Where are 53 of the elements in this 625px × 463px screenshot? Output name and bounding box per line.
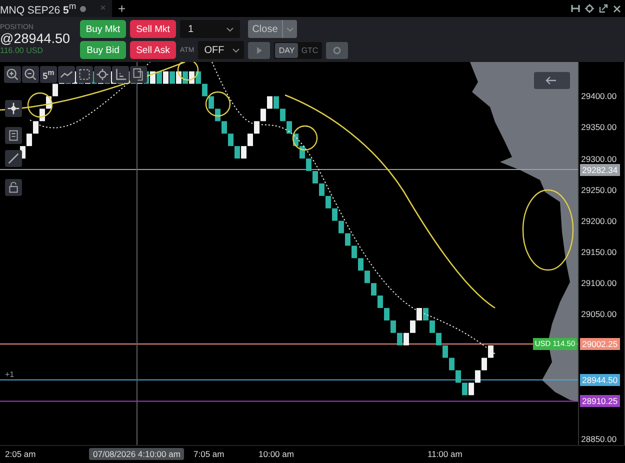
price-tick-label: 29100.00	[581, 277, 617, 290]
selection-icon[interactable]	[76, 66, 93, 83]
buy-order-button[interactable]: Buy Mkt	[80, 20, 126, 38]
price-tick-label: 29400.00	[581, 90, 617, 102]
price-tick-label: 29050.00	[581, 308, 617, 320]
price-marker: 28910.25	[580, 395, 620, 408]
crosshair-icon[interactable]	[5, 100, 22, 117]
atm-dropdown[interactable]: OFF	[198, 41, 244, 59]
time-tick-label: 11:00 am	[428, 449, 462, 459]
lock-icon[interactable]	[5, 179, 22, 196]
caret-icon	[226, 26, 234, 32]
time-tick-label: 7:05 am	[194, 449, 224, 459]
sell-order-button[interactable]: Sell Ask	[130, 41, 176, 59]
price-tick-label: 29150.00	[581, 246, 617, 258]
price-marker: 29282.34	[580, 164, 620, 176]
time-tick-label: 10:00 am	[258, 449, 294, 459]
settings-icon[interactable]	[94, 66, 111, 83]
highlight-circle	[292, 125, 318, 151]
document-icon[interactable]	[5, 127, 22, 144]
gear-icon[interactable]	[326, 42, 348, 58]
price-tick-label: 29200.00	[581, 214, 617, 227]
crosshair-date-label: 07/08/2026 4:10:00 am	[89, 448, 184, 460]
position-price: @28944.50	[0, 31, 72, 46]
timeframe-button[interactable]: 5$^{m}$	[40, 66, 57, 83]
time-in-force-tab[interactable]: DAY	[275, 42, 298, 58]
copy-icon[interactable]	[130, 66, 147, 83]
price-tick-label: 29350.00	[581, 121, 617, 134]
price-marker: 28944.50	[580, 374, 620, 386]
line-chart-icon[interactable]	[58, 66, 75, 83]
play-icon[interactable]	[248, 42, 270, 58]
new-tab-button[interactable]: +	[118, 1, 126, 16]
price-tick-label: 29300.00	[581, 152, 617, 165]
quantity-field[interactable]: 1	[180, 20, 240, 38]
highlight-circle	[27, 92, 53, 118]
zoom-out-icon[interactable]	[22, 66, 39, 83]
price-marker: 29002.25	[580, 338, 620, 350]
pencil-line-icon[interactable]	[5, 150, 22, 167]
price-tick-label: 28850.00	[581, 432, 617, 445]
settings-icon[interactable]	[585, 4, 594, 13]
close-icon[interactable]	[613, 4, 621, 12]
sell-order-button[interactable]: Sell Mkt	[130, 20, 176, 38]
time-tick-label: 2:05 am	[5, 449, 36, 459]
buy-order-button[interactable]: Buy Bid	[80, 41, 126, 59]
time-in-force-tab[interactable]: GTC	[298, 42, 322, 58]
caret-icon	[232, 48, 240, 52]
highlight-circle	[205, 91, 231, 117]
zoom-in-icon[interactable]	[4, 66, 21, 83]
status-dot-icon	[80, 6, 86, 12]
price-tick-label: 29250.00	[581, 184, 617, 196]
chart-tab[interactable]: MNQ SEP26 5$^{m}$ ×	[0, 0, 112, 17]
position-pnl: 116.00 USD	[0, 46, 44, 55]
popout-icon[interactable]	[599, 4, 608, 13]
offset-label: +1	[5, 370, 14, 379]
